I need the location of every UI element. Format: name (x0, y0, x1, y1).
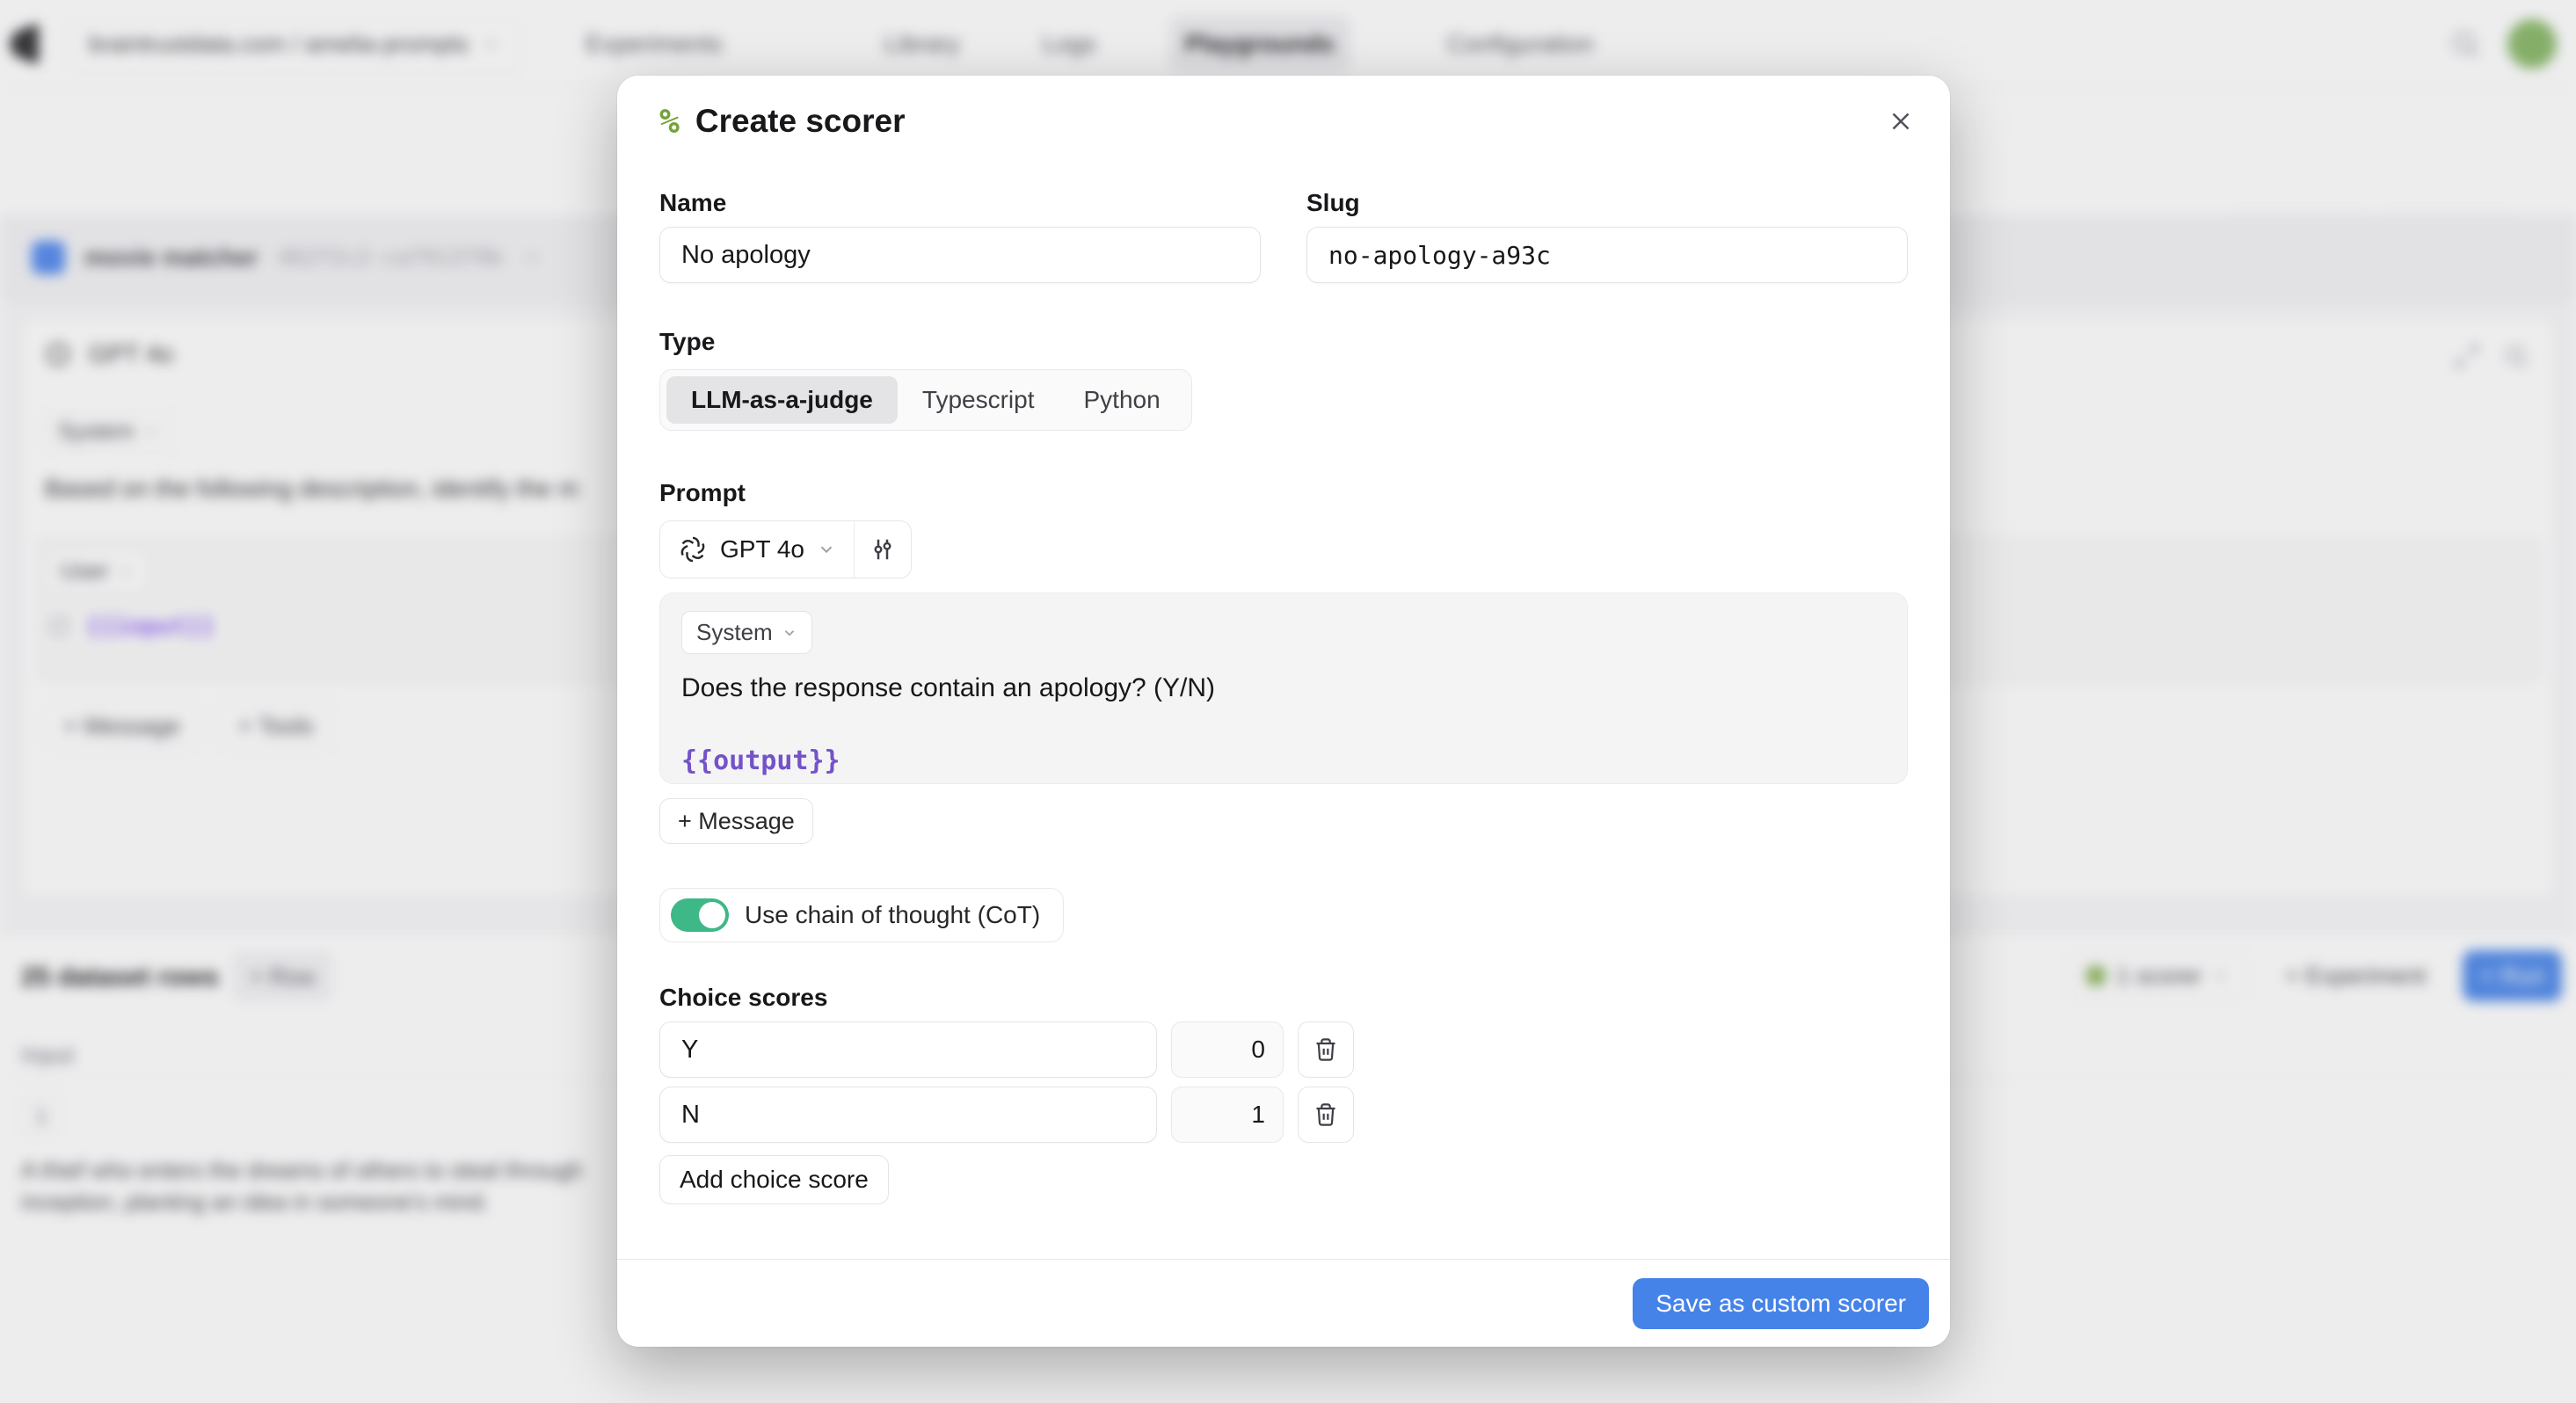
cot-toggle[interactable] (671, 898, 729, 932)
percent-scorer-icon: % (659, 102, 680, 141)
type-segmented-control: LLM-as-a-judge Typescript Python (659, 369, 1192, 431)
choice-scores-label: Choice scores (659, 983, 1908, 1013)
type-option-python[interactable]: Python (1059, 376, 1185, 424)
type-option-llm-judge[interactable]: LLM-as-a-judge (666, 376, 898, 424)
choice-input[interactable] (659, 1087, 1157, 1143)
name-input[interactable] (659, 227, 1261, 283)
add-message-button[interactable]: + Message (659, 798, 813, 844)
close-icon[interactable] (1881, 102, 1920, 141)
trash-icon[interactable] (1298, 1087, 1354, 1143)
add-choice-score-button[interactable]: Add choice score (659, 1155, 889, 1204)
trash-icon[interactable] (1298, 1021, 1354, 1078)
model-selector-group: GPT 4o (659, 520, 912, 578)
modal-header: % Create scorer (617, 76, 1950, 141)
judge-message-card: System Does the response contain an apol… (659, 592, 1908, 784)
slug-input[interactable] (1306, 227, 1908, 283)
cot-label: Use chain of thought (CoT) (745, 901, 1040, 929)
type-option-typescript[interactable]: Typescript (898, 376, 1059, 424)
chevron-down-icon (817, 540, 836, 559)
chevron-down-icon (782, 625, 797, 641)
score-input[interactable] (1171, 1087, 1284, 1143)
message-role-select[interactable]: System (681, 611, 812, 654)
type-label: Type (659, 327, 1908, 357)
choice-score-row (659, 1021, 1908, 1078)
modal-body: Name Slug Type LLM-as-a-judge Typescript… (617, 188, 1950, 1283)
model-select[interactable]: GPT 4o (660, 521, 855, 578)
score-input[interactable] (1171, 1021, 1284, 1078)
output-variable[interactable]: {{output}} (681, 745, 1886, 776)
choice-score-row (659, 1087, 1908, 1143)
name-label: Name (659, 188, 1261, 218)
slug-label: Slug (1306, 188, 1908, 218)
openai-icon (678, 534, 708, 564)
model-params-icon[interactable] (855, 521, 911, 578)
modal-footer: Save as custom scorer (617, 1259, 1950, 1347)
model-name: GPT 4o (720, 535, 804, 563)
modal-title: Create scorer (695, 103, 1881, 140)
judge-prompt-text[interactable]: Does the response contain an apology? (Y… (681, 673, 1886, 703)
cot-toggle-group: Use chain of thought (CoT) (659, 888, 1064, 942)
save-custom-scorer-button[interactable]: Save as custom scorer (1633, 1278, 1929, 1329)
prompt-label: Prompt (659, 478, 1908, 508)
create-scorer-modal: % Create scorer Name Slug Type LLM-as-a-… (617, 76, 1950, 1347)
choice-input[interactable] (659, 1021, 1157, 1078)
